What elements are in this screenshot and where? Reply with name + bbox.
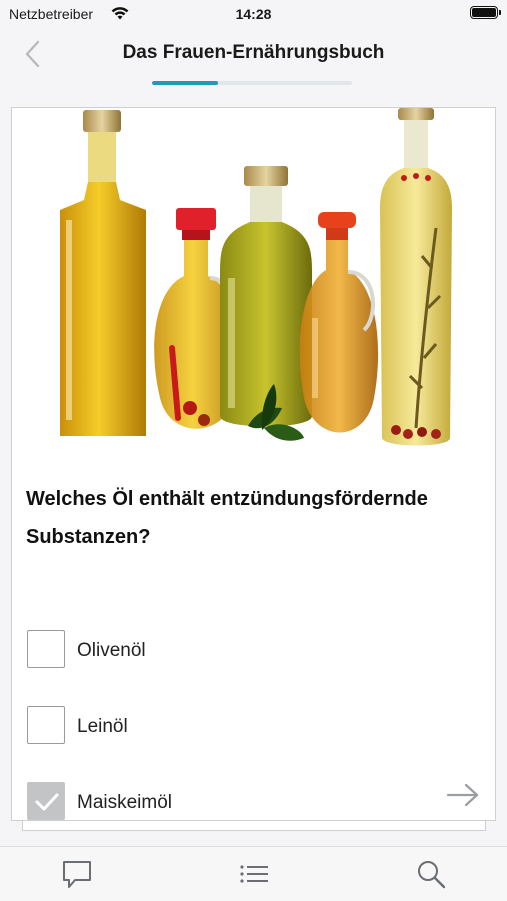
oil-bottles-image — [60, 108, 452, 446]
book-title: Das Frauen-Ernährungsbuch — [122, 42, 385, 63]
back-button[interactable] — [14, 36, 50, 72]
next-question-button[interactable] — [445, 781, 481, 809]
status-bar: Netzbetreiber 14:28 — [0, 0, 507, 28]
checkbox[interactable] — [27, 630, 65, 668]
chevron-left-icon — [25, 40, 40, 68]
tab-notes[interactable] — [60, 857, 94, 891]
search-icon — [418, 861, 446, 889]
checkbox-checked[interactable] — [27, 782, 65, 820]
answer-option-maiskeimoel[interactable]: Maiskeimöl — [27, 782, 427, 820]
arrow-right-icon — [446, 783, 479, 807]
answer-label: Olivenöl — [77, 640, 146, 661]
tab-search[interactable] — [414, 857, 448, 891]
checkmark-icon — [35, 793, 59, 811]
quiz-card: Welches Öl enthält entzündungsfördernde … — [11, 107, 496, 821]
next-card-peek — [22, 820, 486, 831]
tab-contents[interactable] — [237, 857, 271, 891]
quiz-question: Welches Öl enthält entzündungsfördernde … — [26, 488, 428, 548]
answer-option-olivenoel[interactable]: Olivenöl — [27, 630, 427, 670]
quiz-progress-bar — [152, 81, 352, 85]
checkbox[interactable] — [27, 706, 65, 744]
tab-bar — [0, 846, 507, 901]
list-icon — [240, 865, 268, 883]
navigation-bar: Das Frauen-Ernährungsbuch — [0, 28, 507, 92]
answer-option-leinoel[interactable]: Leinöl — [27, 706, 427, 746]
chat-bubble-icon — [63, 861, 91, 888]
battery-icon — [470, 6, 501, 19]
answer-label: Leinöl — [77, 716, 128, 737]
clock: 14:28 — [235, 6, 272, 22]
answer-label: Maiskeimöl — [77, 792, 173, 813]
quiz-progress-fill — [152, 81, 218, 85]
